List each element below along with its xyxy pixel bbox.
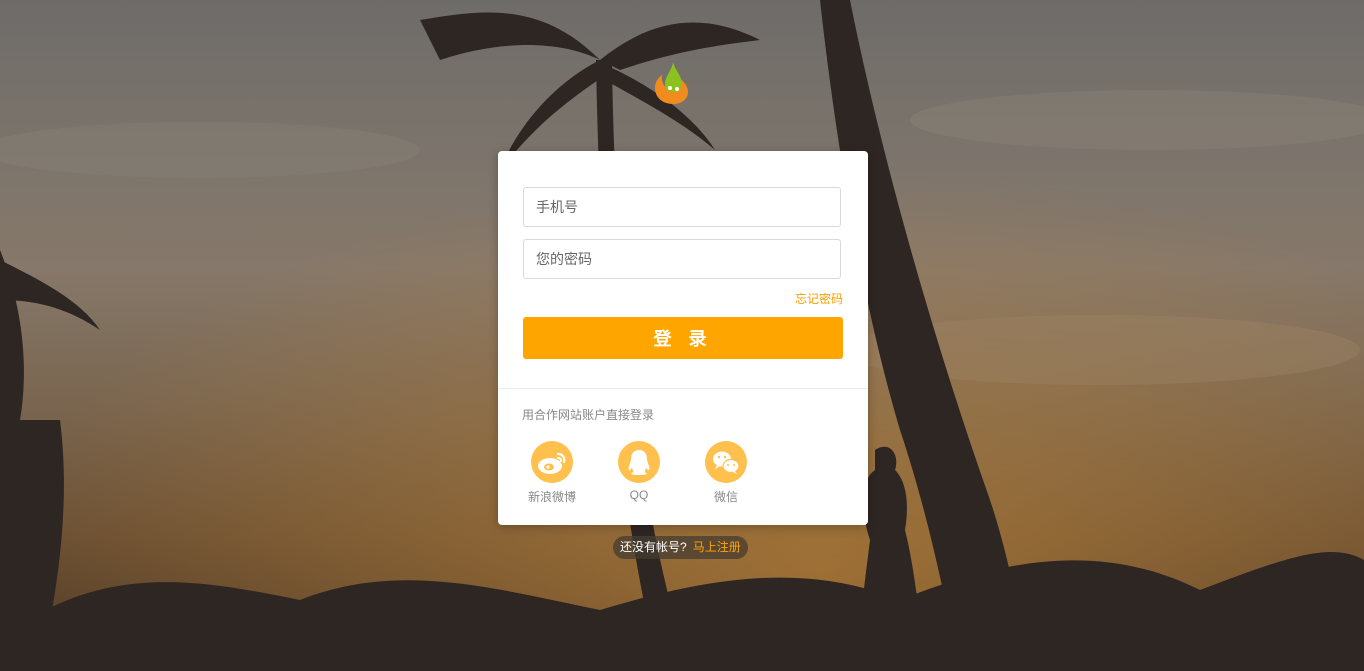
logo-icon [655,62,688,104]
login-card: 忘记密码 登 录 用合作网站账户直接登录 新浪微博 QQ [498,151,868,525]
register-question: 还没有帐号? [620,540,687,554]
qq-login-button[interactable]: QQ [609,441,669,502]
divider [498,388,868,389]
password-field-wrapper [523,239,841,279]
password-input[interactable] [524,240,840,278]
qq-label: QQ [629,488,649,502]
weibo-label: 新浪微博 [527,490,576,504]
weibo-login-button[interactable]: 新浪微博 [522,441,582,505]
wechat-label: 微信 [713,490,738,504]
partner-login-title: 用合作网站账户直接登录 [522,408,655,422]
wechat-icon [705,441,747,483]
register-link[interactable]: 马上注册 [693,540,741,554]
phone-input[interactable] [524,188,840,226]
forgot-password-link[interactable]: 忘记密码 [795,290,843,307]
login-button[interactable]: 登 录 [523,317,843,359]
weibo-icon [531,441,573,483]
phone-field-wrapper [523,187,841,227]
register-prompt: 还没有帐号? 马上注册 [613,536,748,559]
qq-icon [618,441,660,483]
wechat-login-button[interactable]: 微信 [696,441,756,505]
